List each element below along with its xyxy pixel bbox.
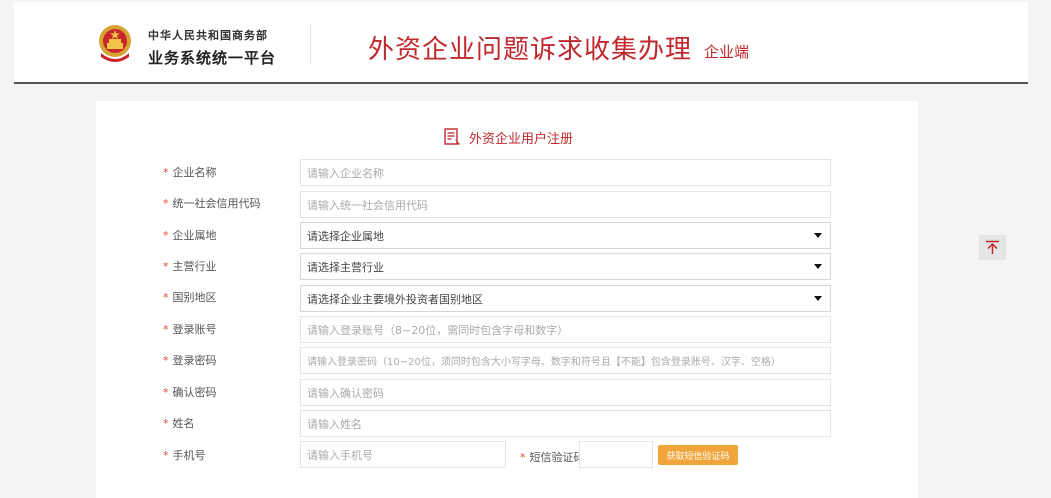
get-sms-code-button[interactable]: 获取短信验证码	[658, 445, 738, 465]
main-industry-select[interactable]: 请选择主营行业	[300, 253, 831, 280]
form-document-icon	[444, 128, 460, 145]
phone-input[interactable]: 请输入手机号	[300, 441, 506, 468]
org-name-line1: 中华人民共和国商务部	[148, 29, 268, 42]
chevron-down-icon	[814, 264, 822, 269]
credit-code-input[interactable]: 请输入统一社会信用代码	[300, 191, 831, 218]
header-divider	[310, 24, 311, 64]
label-main-industry: * 主营行业	[163, 260, 217, 273]
site-header: 中华人民共和国商务部 业务系统统一平台 外资企业问题诉求收集办理 企业端	[14, 2, 1028, 84]
chevron-down-icon	[814, 233, 822, 238]
system-subtitle: 企业端	[704, 43, 750, 61]
back-to-top-icon	[986, 240, 999, 254]
label-sms-code: * 短信验证码	[520, 451, 585, 464]
org-name-line2: 业务系统统一平台	[148, 49, 277, 67]
country-region-select[interactable]: 请选择企业主要境外投资者国别地区	[300, 285, 831, 312]
label-country-region: * 国别地区	[163, 291, 217, 304]
login-password-input[interactable]: 请输入登录密码（10~20位，须同时包含大小写字母、数字和符号且【不能】包含登录…	[300, 347, 831, 374]
label-confirm-password: * 确认密码	[163, 386, 217, 399]
form-heading: 外资企业用户注册	[444, 126, 573, 148]
label-company-location: * 企业属地	[163, 229, 217, 242]
label-name: * 姓名	[163, 417, 195, 430]
label-credit-code: * 统一社会信用代码	[163, 197, 261, 210]
label-company-name: * 企业名称	[163, 166, 217, 179]
chevron-down-icon	[814, 296, 822, 301]
company-name-input[interactable]: 请输入企业名称	[300, 159, 831, 186]
label-login-password: * 登录密码	[163, 354, 217, 367]
national-emblem-icon	[99, 25, 131, 62]
name-input[interactable]: 请输入姓名	[300, 410, 831, 437]
label-login-account: * 登录账号	[163, 323, 217, 336]
company-location-select[interactable]: 请选择企业属地	[300, 222, 831, 249]
back-to-top-button[interactable]	[979, 235, 1006, 260]
login-account-input[interactable]: 请输入登录账号（8~20位，需同时包含字母和数字）	[300, 316, 831, 343]
form-title: 外资企业用户注册	[469, 131, 574, 147]
system-title: 外资企业问题诉求收集办理	[368, 35, 693, 65]
sms-code-input[interactable]	[579, 441, 653, 468]
confirm-password-input[interactable]: 请输入确认密码	[300, 379, 831, 406]
label-phone: * 手机号	[163, 449, 206, 462]
